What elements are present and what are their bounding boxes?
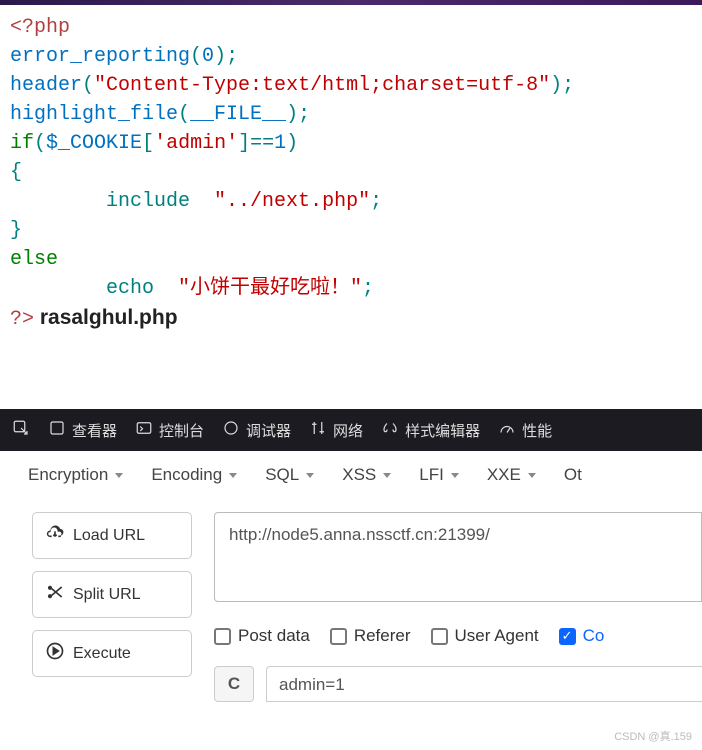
cookie-row: C admin=1 <box>214 646 702 702</box>
checkbox-checked-icon <box>559 628 576 645</box>
caret-icon <box>451 473 459 478</box>
spacer <box>0 354 702 409</box>
menu-encryption[interactable]: Encryption <box>28 465 123 485</box>
caret-icon <box>383 473 391 478</box>
watermark: CSDN @真.159 <box>614 728 692 744</box>
menu-xss[interactable]: XSS <box>342 465 391 485</box>
menu-sql[interactable]: SQL <box>265 465 314 485</box>
tab-performance[interactable]: 性能 <box>498 419 552 441</box>
checkbox-user-agent[interactable]: User Agent <box>431 626 539 646</box>
cookie-input[interactable]: admin=1 <box>266 666 702 702</box>
filename-label: rasalghul.php <box>34 306 178 329</box>
tab-console[interactable]: 控制台 <box>135 419 204 441</box>
action-buttons: Load URL Split URL Execute <box>32 512 192 702</box>
menu-lfi[interactable]: LFI <box>419 465 459 485</box>
kw-if: if <box>10 132 34 155</box>
caret-icon <box>306 473 314 478</box>
kw-else: else <box>10 248 58 271</box>
caret-icon <box>229 473 237 478</box>
hackbar-toolbar: Encryption Encoding SQL XSS LFI XXE Ot <box>0 451 702 496</box>
devtools-picker[interactable] <box>12 419 30 441</box>
scissors-icon <box>45 582 65 607</box>
php-open-tag: <?php <box>10 16 70 39</box>
fn-header: header <box>10 74 82 97</box>
style-icon <box>381 419 399 441</box>
split-url-button[interactable]: Split URL <box>32 571 192 618</box>
checkbox-referer[interactable]: Referer <box>330 626 411 646</box>
fn-highlight-file: highlight_file <box>10 103 178 126</box>
caret-icon <box>528 473 536 478</box>
tab-network[interactable]: 网络 <box>309 419 363 441</box>
menu-other[interactable]: Ot <box>564 465 582 485</box>
php-close-tag: ?> <box>10 308 34 331</box>
picker-icon <box>12 419 30 441</box>
tab-style-editor[interactable]: 样式编辑器 <box>381 419 480 441</box>
cookie-label-button[interactable]: C <box>214 666 254 702</box>
url-input[interactable]: http://node5.anna.nssctf.cn:21399/ <box>214 512 702 602</box>
cloud-download-icon <box>45 523 65 548</box>
menu-encoding[interactable]: Encoding <box>151 465 237 485</box>
checkbox-icon <box>214 628 231 645</box>
options-row: Post data Referer User Agent Co <box>214 602 702 646</box>
inspector-icon <box>48 419 66 441</box>
console-icon <box>135 419 153 441</box>
network-icon <box>309 419 327 441</box>
debugger-icon <box>222 419 240 441</box>
menu-xxe[interactable]: XXE <box>487 465 536 485</box>
caret-icon <box>115 473 123 478</box>
checkbox-icon <box>330 628 347 645</box>
hackbar-main: Load URL Split URL Execute http://node5.… <box>0 496 702 702</box>
url-column: http://node5.anna.nssctf.cn:21399/ Post … <box>214 512 702 702</box>
checkbox-cookie[interactable]: Co <box>559 626 605 646</box>
php-source-code: <?php error_reporting(0); header("Conten… <box>0 5 702 354</box>
checkbox-icon <box>431 628 448 645</box>
devtools-tabs: 查看器 控制台 调试器 网络 样式编辑器 性能 <box>0 409 702 451</box>
play-circle-icon <box>45 641 65 666</box>
execute-button[interactable]: Execute <box>32 630 192 677</box>
performance-icon <box>498 419 516 441</box>
tab-debugger[interactable]: 调试器 <box>222 419 291 441</box>
fn-error-reporting: error_reporting <box>10 45 190 68</box>
checkbox-post-data[interactable]: Post data <box>214 626 310 646</box>
tab-inspector[interactable]: 查看器 <box>48 419 117 441</box>
load-url-button[interactable]: Load URL <box>32 512 192 559</box>
